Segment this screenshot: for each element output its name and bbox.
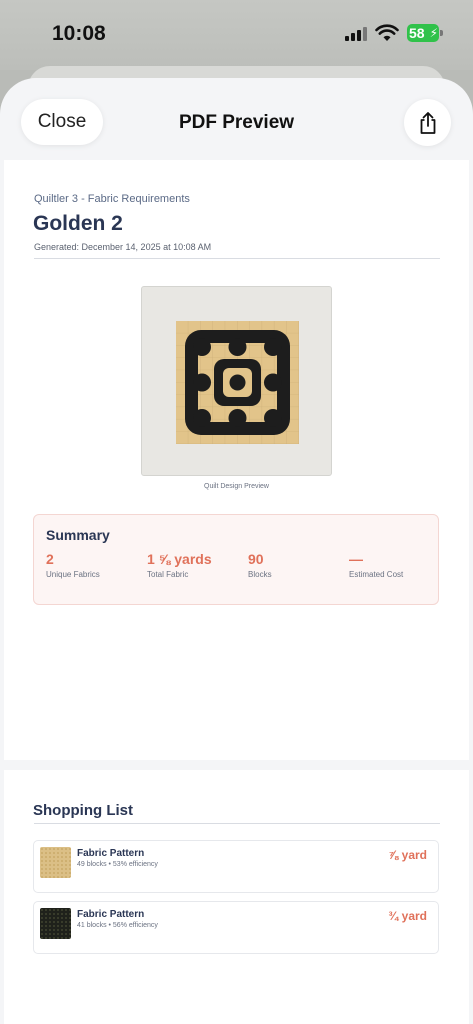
document-title: Golden 2 [33, 212, 123, 235]
nav-title: PDF Preview [178, 112, 295, 133]
status-bar: 10:08 58 ⚡ [0, 0, 473, 70]
battery-level: 58 [409, 25, 425, 41]
share-icon [420, 111, 435, 134]
stat-total-fabric: 1 ⅝ yards Total Fabric [147, 551, 212, 579]
stat-blocks: 90 Blocks [248, 551, 272, 579]
quilt-preview [141, 286, 332, 476]
stat-unique-fabrics: 2 Unique Fabrics [46, 551, 100, 579]
quilt-design-image [176, 321, 299, 444]
share-button[interactable] [404, 99, 451, 146]
stat-label: Unique Fabrics [46, 570, 100, 579]
fabric-quantity: ¾ yard [388, 909, 427, 923]
shopping-list-title: Shopping List [33, 802, 133, 819]
stat-label: Estimated Cost [349, 570, 404, 579]
battery-icon: 58 ⚡ [407, 24, 443, 42]
stat-label: Blocks [248, 570, 272, 579]
status-time: 10:08 [52, 22, 106, 45]
stat-label: Total Fabric [147, 570, 189, 579]
status-icons: 58 ⚡ [345, 24, 443, 42]
pdf-preview-sheet: Close PDF Preview Quiltler 3 - Fabric Re… [0, 78, 473, 1024]
wifi-icon [375, 24, 399, 41]
preview-caption: Quilt Design Preview [204, 483, 269, 490]
summary-title: Summary [46, 527, 110, 543]
stat-value: — [349, 551, 363, 567]
stat-estimated-cost: — Estimated Cost [349, 551, 403, 579]
cellular-signal-icon [345, 26, 367, 41]
document-subtitle: Quiltler 3 - Fabric Requirements [34, 193, 190, 205]
charging-bolt-icon: ⚡ [429, 26, 438, 40]
fabric-detail: 41 blocks • 56% efficiency [77, 922, 158, 929]
list-item: Fabric Pattern 49 blocks • 53% efficienc… [33, 840, 439, 893]
fabric-quantity: ⅞ yard [388, 848, 427, 862]
nav-bar: Close PDF Preview [0, 78, 473, 160]
stat-value: 2 [46, 551, 54, 567]
fabric-swatch [40, 908, 71, 939]
pdf-page-2[interactable]: Shopping List Fabric Pattern 49 blocks •… [4, 770, 469, 1024]
fabric-name: Fabric Pattern [77, 848, 145, 859]
divider [34, 823, 440, 824]
generated-timestamp: Generated: December 14, 2025 at 10:08 AM [34, 242, 212, 252]
stat-value: 90 [248, 551, 264, 567]
fabric-swatch [40, 847, 71, 878]
stat-value: 1 ⅝ yards [147, 551, 212, 567]
fabric-detail: 49 blocks • 53% efficiency [77, 861, 158, 868]
list-item: Fabric Pattern 41 blocks • 56% efficienc… [33, 901, 439, 954]
divider [34, 258, 440, 259]
fabric-name: Fabric Pattern [77, 909, 145, 920]
pdf-page-1[interactable]: Quiltler 3 - Fabric Requirements Golden … [4, 160, 469, 760]
summary-card: Summary 2 Unique Fabrics 1 ⅝ yards Total… [33, 514, 439, 605]
